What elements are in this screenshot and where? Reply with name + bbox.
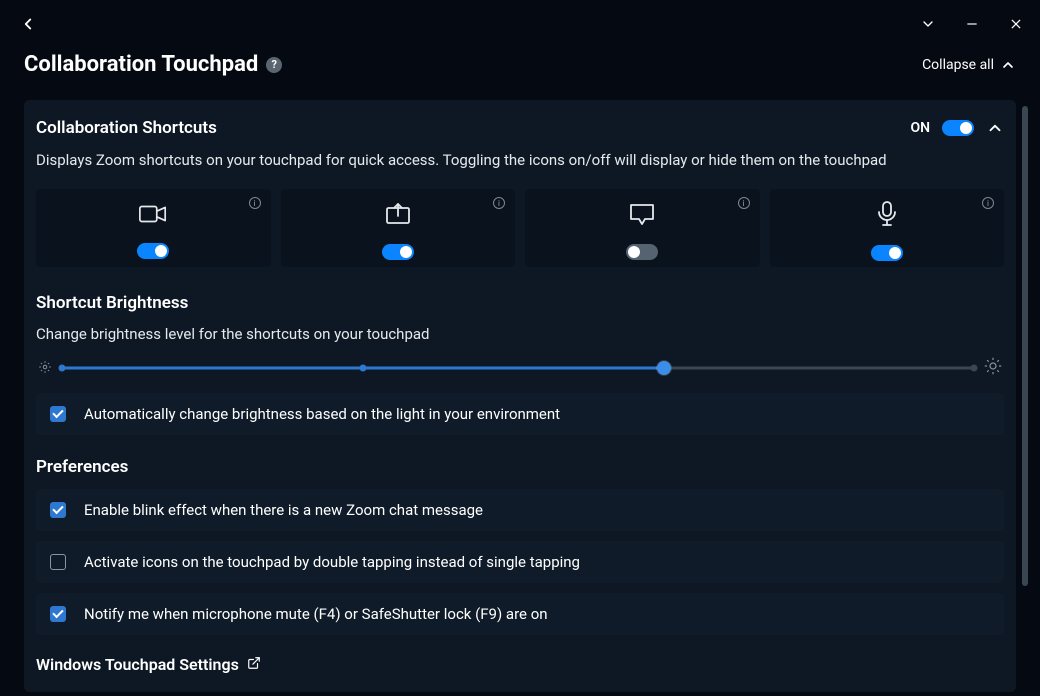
- chat-icon: [628, 202, 656, 230]
- brightness-title: Shortcut Brightness: [36, 293, 1004, 313]
- scrollbar-thumb[interactable]: [1022, 106, 1028, 586]
- shortcut-card-share: i: [281, 189, 516, 267]
- info-icon[interactable]: i: [493, 197, 505, 209]
- shortcut-cards: i i i i: [36, 189, 1004, 267]
- pref-row-blink[interactable]: Enable blink effect when there is a new …: [36, 489, 1004, 531]
- help-icon[interactable]: ?: [266, 57, 282, 73]
- pref-row-doubletap[interactable]: Activate icons on the touchpad by double…: [36, 541, 1004, 583]
- collapse-all-button[interactable]: Collapse all: [922, 57, 1016, 73]
- shortcut-toggle-share[interactable]: [382, 244, 414, 260]
- brightness-high-icon: [984, 357, 1002, 379]
- back-button[interactable]: [14, 10, 42, 38]
- auto-brightness-checkbox[interactable]: [50, 406, 66, 422]
- external-link-icon: [247, 655, 261, 674]
- mic-icon: [876, 201, 898, 231]
- info-icon[interactable]: i: [738, 197, 750, 209]
- pref-label: Notify me when microphone mute (F4) or S…: [84, 605, 548, 623]
- pref-checkbox-notify[interactable]: [50, 606, 66, 622]
- collab-desc: Displays Zoom shortcuts on your touchpad…: [36, 150, 1004, 171]
- pref-label: Activate icons on the touchpad by double…: [84, 553, 580, 571]
- brightness-desc: Change brightness level for the shortcut…: [36, 325, 1004, 343]
- pref-checkbox-blink[interactable]: [50, 502, 66, 518]
- share-icon: [384, 202, 412, 230]
- auto-brightness-label: Automatically change brightness based on…: [84, 405, 560, 423]
- shortcut-card-mic: i: [770, 189, 1005, 267]
- page-header: Collaboration Touchpad ? Collapse all: [0, 48, 1040, 91]
- close-button[interactable]: [1006, 14, 1026, 34]
- pref-label: Enable blink effect when there is a new …: [84, 501, 483, 519]
- info-icon[interactable]: i: [982, 197, 994, 209]
- scrollbar[interactable]: [1022, 106, 1028, 672]
- auto-brightness-row[interactable]: Automatically change brightness based on…: [36, 393, 1004, 435]
- dropdown-button[interactable]: [918, 14, 938, 34]
- titlebar: [0, 0, 1040, 48]
- collab-status-label: ON: [910, 120, 930, 136]
- collab-master-toggle[interactable]: [942, 120, 974, 136]
- collapse-all-label: Collapse all: [922, 57, 994, 73]
- pref-checkbox-doubletap[interactable]: [50, 554, 66, 570]
- shortcut-card-chat: i: [525, 189, 760, 267]
- brightness-low-icon: [38, 359, 52, 378]
- video-icon: [138, 203, 168, 229]
- section-title-collab: Collaboration Shortcuts: [36, 118, 217, 138]
- settings-panel: Collaboration Shortcuts ON Displays Zoom…: [24, 100, 1016, 692]
- shortcut-toggle-video[interactable]: [137, 243, 169, 259]
- page-title: Collaboration Touchpad: [24, 52, 258, 77]
- shortcut-toggle-mic[interactable]: [871, 245, 903, 261]
- prefs-title: Preferences: [36, 457, 1004, 477]
- brightness-slider[interactable]: [62, 358, 974, 378]
- section-collapse-icon[interactable]: [986, 119, 1004, 137]
- windows-touchpad-link[interactable]: Windows Touchpad Settings: [36, 655, 1004, 674]
- pref-row-notify[interactable]: Notify me when microphone mute (F4) or S…: [36, 593, 1004, 635]
- chevron-up-icon: [1000, 57, 1016, 73]
- minimize-button[interactable]: [962, 14, 982, 34]
- shortcut-toggle-chat[interactable]: [626, 244, 658, 260]
- ext-link-label: Windows Touchpad Settings: [36, 655, 239, 674]
- shortcut-card-video: i: [36, 189, 271, 267]
- scroll-area: Collaboration Shortcuts ON Displays Zoom…: [24, 100, 1028, 696]
- info-icon[interactable]: i: [249, 197, 261, 209]
